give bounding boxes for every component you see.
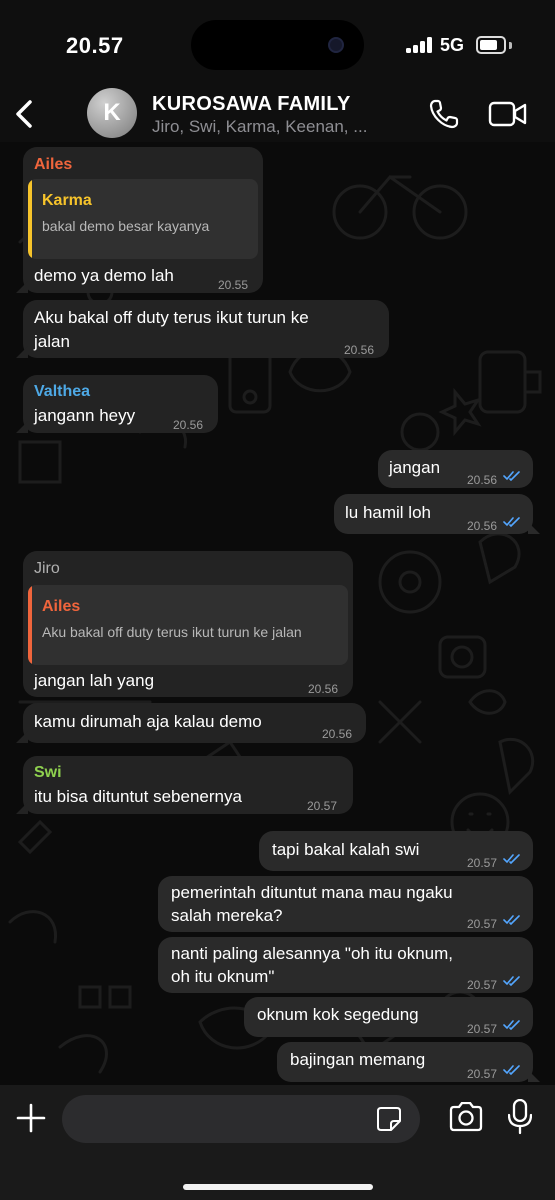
message-bubble-incoming[interactable]: Jiro Ailes Aku bakal off duty terus ikut… xyxy=(23,551,353,697)
message-text: jangan xyxy=(389,458,441,477)
bubble-tail xyxy=(16,346,28,358)
message-text: nanti paling alesannya "oh itu oknum, xyxy=(171,944,454,963)
network-label: 5G xyxy=(440,35,465,55)
avatar-letter: K xyxy=(103,99,121,126)
read-ticks-icon xyxy=(503,517,520,527)
microphone-icon[interactable] xyxy=(508,1099,532,1135)
message-bubble-outgoing[interactable]: jangan 20.56 xyxy=(378,450,533,488)
message-time: 20.57 xyxy=(466,856,497,870)
message-time: 20.57 xyxy=(306,799,337,813)
message-bubble-incoming[interactable]: Aku bakal off duty terus ikut turun ke j… xyxy=(16,300,389,358)
home-indicator[interactable] xyxy=(183,1184,373,1190)
message-text: jalan xyxy=(34,332,70,351)
message-text: oh itu oknum" xyxy=(171,967,275,986)
battery-icon xyxy=(476,36,506,54)
quoted-text: bakal demo besar kayanya xyxy=(42,218,210,234)
phone-icon[interactable] xyxy=(428,98,460,130)
read-ticks-icon xyxy=(503,1065,520,1075)
bubble-tail xyxy=(528,1070,540,1082)
message-bubble-outgoing[interactable]: oknum kok segedung 20.57 xyxy=(244,997,533,1037)
message-time: 20.56 xyxy=(172,418,203,432)
message-text: itu bisa dituntut sebenernya xyxy=(34,787,242,806)
message-text: lu hamil loh xyxy=(345,503,431,522)
message-text: oknum kok segedung xyxy=(257,1005,419,1024)
message-text: salah mereka? xyxy=(171,906,283,925)
message-time: 20.56 xyxy=(321,727,352,741)
bubble-tail xyxy=(528,522,540,534)
message-bubble-outgoing[interactable]: pemerintah dituntut mana mau ngaku salah… xyxy=(158,876,533,932)
read-ticks-icon xyxy=(503,976,520,986)
message-time: 20.57 xyxy=(466,978,497,992)
message-text: kamu dirumah aja kalau demo xyxy=(34,712,262,731)
message-bubble-outgoing[interactable]: bajingan memang 20.57 xyxy=(277,1042,540,1082)
read-ticks-icon xyxy=(503,1020,520,1030)
message-time: 20.57 xyxy=(466,917,497,931)
quoted-text: Aku bakal off duty terus ikut turun ke j… xyxy=(42,624,302,640)
message-text: demo ya demo lah xyxy=(34,266,174,285)
bubble-tail xyxy=(16,281,28,293)
sender-name: Valthea xyxy=(34,383,91,400)
message-bubble-incoming[interactable]: Valthea jangann heyy 20.56 xyxy=(16,375,218,433)
message-time: 20.56 xyxy=(466,519,497,533)
group-name[interactable]: KUROSAWA FAMILY xyxy=(152,93,351,116)
message-bubble-incoming[interactable]: kamu dirumah aja kalau demo 20.56 xyxy=(16,703,366,743)
chat-thread[interactable]: Ailes Karma bakal demo besar kayanya dem… xyxy=(0,142,555,1085)
read-ticks-icon xyxy=(503,471,520,481)
message-input[interactable] xyxy=(62,1095,420,1143)
message-bubble-incoming[interactable]: Ailes Karma bakal demo besar kayanya dem… xyxy=(16,147,263,293)
quoted-sender: Ailes xyxy=(42,598,81,615)
signal-icon xyxy=(406,37,434,53)
back-icon[interactable] xyxy=(10,94,40,134)
bubble-tail xyxy=(16,802,28,814)
dynamic-island xyxy=(191,20,364,70)
message-time: 20.55 xyxy=(217,278,248,292)
message-time: 20.56 xyxy=(466,473,497,487)
message-text: tapi bakal kalah swi xyxy=(272,840,420,859)
front-camera xyxy=(328,37,344,53)
bubble-tail xyxy=(16,421,28,433)
message-time: 20.57 xyxy=(466,1022,497,1036)
message-time: 20.56 xyxy=(343,343,374,357)
video-call-icon[interactable] xyxy=(488,100,528,128)
message-time: 20.56 xyxy=(307,682,338,696)
message-text: bajingan memang xyxy=(290,1050,426,1069)
message-composer xyxy=(0,1085,555,1200)
sender-name: Swi xyxy=(34,764,62,781)
message-text: jangan lah yang xyxy=(34,671,155,690)
message-bubble-outgoing[interactable]: lu hamil loh 20.56 xyxy=(334,494,540,534)
plus-icon[interactable] xyxy=(15,1102,47,1134)
bubble-tail xyxy=(16,731,28,743)
sender-name: Jiro xyxy=(34,560,60,577)
sender-name: Ailes xyxy=(34,156,73,173)
message-text: jangann heyy xyxy=(34,406,136,425)
chat-header: K KUROSAWA FAMILY Jiro, Swi, Karma, Keen… xyxy=(0,88,555,142)
status-time: 20.57 xyxy=(66,33,124,58)
read-ticks-icon xyxy=(503,854,520,864)
quoted-message[interactable]: Ailes Aku bakal off duty terus ikut turu… xyxy=(28,585,348,665)
message-bubble-incoming[interactable]: Swi itu bisa dituntut sebenernya 20.57 xyxy=(16,756,353,814)
battery-level xyxy=(480,40,497,50)
quote-bar xyxy=(28,585,32,665)
quoted-sender: Karma xyxy=(42,192,92,209)
battery-cap xyxy=(509,42,512,49)
message-bubble-outgoing[interactable]: tapi bakal kalah swi 20.57 xyxy=(259,831,533,871)
sticker-icon[interactable] xyxy=(376,1106,402,1132)
message-bubble-outgoing[interactable]: nanti paling alesannya "oh itu oknum, oh… xyxy=(158,937,533,993)
message-time: 20.57 xyxy=(466,1067,497,1081)
message-text: pemerintah dituntut mana mau ngaku xyxy=(171,883,453,902)
quoted-message[interactable]: Karma bakal demo besar kayanya xyxy=(28,179,258,259)
group-members[interactable]: Jiro, Swi, Karma, Keenan, ... xyxy=(152,117,412,137)
quote-bar xyxy=(28,179,32,259)
group-avatar[interactable]: K xyxy=(87,88,137,138)
camera-icon[interactable] xyxy=(448,1102,484,1132)
status-bar: 20.57 5G xyxy=(0,0,555,90)
read-ticks-icon xyxy=(503,915,520,925)
message-text: Aku bakal off duty terus ikut turun ke xyxy=(34,308,309,327)
